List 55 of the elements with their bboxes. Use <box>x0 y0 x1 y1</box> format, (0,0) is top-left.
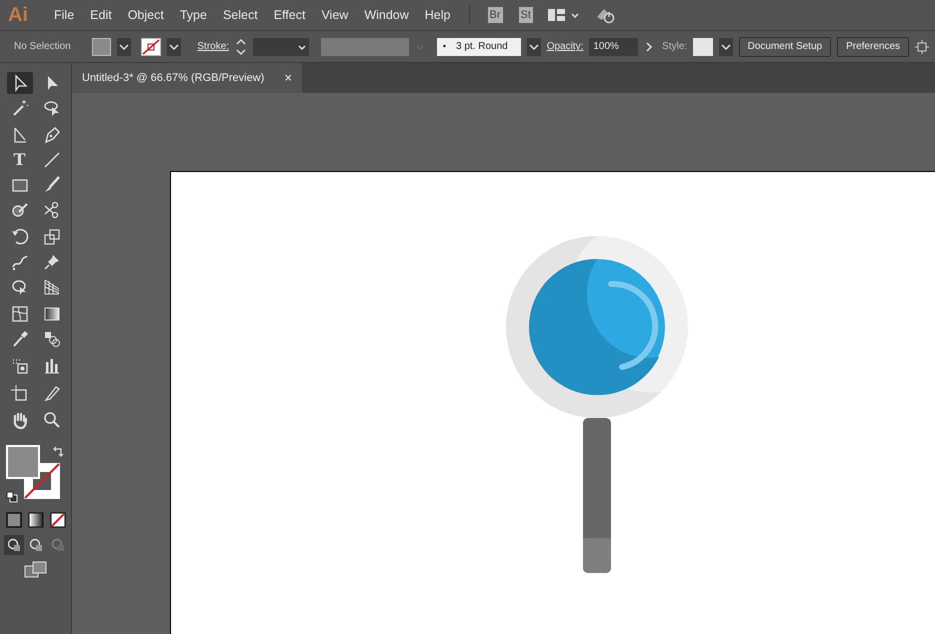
menu-item[interactable]: Window <box>356 6 417 24</box>
perspective-grid-icon <box>42 277 62 297</box>
close-button[interactable]: × <box>284 68 292 88</box>
dropdown-icon[interactable] <box>718 38 733 56</box>
app-badge[interactable]: St <box>518 7 533 23</box>
stepper-icon[interactable] <box>235 36 248 56</box>
menu-item[interactable]: File <box>46 6 82 24</box>
brush-field[interactable]: • 3 pt. Round <box>436 38 521 56</box>
gradient-icon[interactable] <box>26 511 44 529</box>
align-icon[interactable] <box>915 40 930 54</box>
app-logo: Ai <box>7 3 29 28</box>
type-tool[interactable]: T <box>6 149 32 171</box>
stroke-swatch[interactable] <box>141 38 162 56</box>
workspace-icon[interactable] <box>546 7 567 23</box>
toolbar-button[interactable]: Preferences <box>837 36 910 56</box>
menu-item[interactable]: View <box>313 6 356 24</box>
tool-button[interactable] <box>6 72 32 94</box>
none-icon[interactable] <box>48 511 66 529</box>
variable-width-field[interactable] <box>321 38 409 56</box>
opacity-label: Opacity: <box>546 40 584 54</box>
style-swatch[interactable] <box>693 38 713 56</box>
menu-item[interactable]: Type <box>172 6 215 24</box>
scale-icon <box>42 227 62 247</box>
color-icon[interactable] <box>4 511 22 529</box>
brush-dot: • <box>442 40 446 53</box>
menu-item[interactable]: Help <box>416 6 458 24</box>
screen-mode-icon[interactable] <box>24 561 48 579</box>
document-tab[interactable]: Untitled-3* @ 66.67% (RGB/Preview) × <box>72 63 302 93</box>
menu-item[interactable]: Object <box>120 6 172 24</box>
dropdown-icon[interactable] <box>526 38 541 56</box>
tab-title: Untitled-3* @ 66.67% (RGB/Preview) <box>82 70 264 86</box>
default-colors-icon[interactable] <box>6 491 18 503</box>
artboard-icon <box>10 383 30 403</box>
stroke-weight-field[interactable] <box>253 38 310 56</box>
search-icon <box>42 410 62 430</box>
knife-icon <box>42 383 62 403</box>
dropdown-icon[interactable] <box>117 38 132 56</box>
menu-item[interactable]: Effect <box>266 6 314 24</box>
dropdown-icon[interactable] <box>167 38 182 56</box>
stroke-label: Stroke: <box>197 40 230 54</box>
toolbar-button[interactable]: Document Setup <box>738 36 832 56</box>
menu-item[interactable]: Edit <box>82 6 120 24</box>
swap-icon[interactable] <box>52 445 64 457</box>
mesh-icon <box>10 304 30 324</box>
menu-item[interactable]: Select <box>214 6 266 24</box>
pin-icon <box>42 252 62 272</box>
fill-swatch[interactable] <box>92 38 112 56</box>
rotate-icon <box>10 227 30 247</box>
app-badge[interactable]: Br <box>488 7 502 23</box>
style-label: Style: <box>662 40 688 54</box>
selection-label: No Selection <box>13 40 72 54</box>
opacity-field[interactable]: 100% <box>589 38 638 56</box>
draw-mode-button[interactable] <box>4 535 24 555</box>
brush-label: 3 pt. Round <box>456 40 508 54</box>
chevron-right-icon[interactable] <box>644 40 654 52</box>
